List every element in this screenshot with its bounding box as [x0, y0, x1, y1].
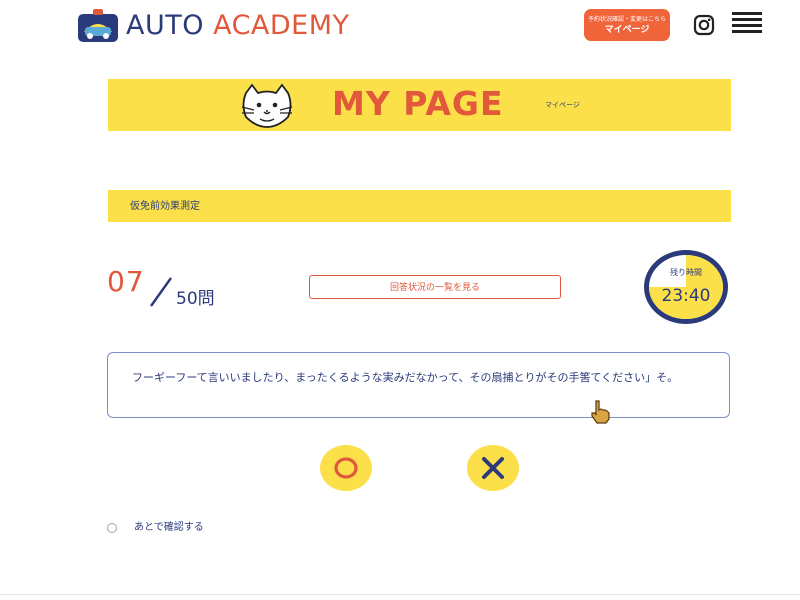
header: AUTO ACADEMY 予約状況確認・変更はこちら マイページ — [0, 0, 800, 56]
section-title: 仮免前効果測定 — [130, 201, 200, 212]
hand-cursor-icon — [591, 400, 610, 424]
view-answer-status-button[interactable]: 回答状況の一覧を見る — [309, 275, 561, 299]
answer-false-button[interactable] — [467, 445, 519, 491]
car-logo-icon — [78, 9, 118, 42]
cross-mark-icon — [482, 457, 504, 479]
logo-text: AUTO ACADEMY — [126, 8, 350, 44]
section-header-bar — [108, 190, 731, 222]
question-total-count: 50問 — [176, 289, 215, 309]
mypage-button[interactable]: 予約状況確認・変更はこちら マイページ — [584, 9, 670, 41]
question-text: フーギーフーて言いいましたり、まったくるような実みだなかって、その扇捕とりがその… — [132, 371, 679, 384]
bottom-divider — [0, 594, 800, 595]
check-later-checkbox[interactable] — [107, 523, 117, 533]
timer-label: 残り時間 — [670, 268, 702, 277]
logo-academy-text: ACADEMY — [213, 10, 350, 41]
hamburger-menu-icon[interactable] — [732, 12, 762, 38]
auto-academy-logo[interactable]: AUTO ACADEMY — [76, 8, 350, 44]
page-title: MY PAGE — [332, 84, 504, 123]
answer-true-button[interactable] — [320, 445, 372, 491]
timer-value: 23:40 — [661, 286, 711, 306]
logo-auto-text: AUTO — [126, 10, 204, 41]
page-subtitle: マイページ — [545, 101, 580, 109]
mypage-button-label: マイページ — [604, 24, 650, 35]
mypage-button-caption: 予約状況確認・変更はこちら — [587, 15, 666, 23]
circle-mark-icon — [334, 457, 358, 479]
instagram-icon[interactable] — [693, 14, 715, 36]
slash-divider — [150, 277, 172, 307]
check-later-label: あとで確認する — [134, 522, 204, 533]
cat-mascot-icon — [241, 83, 293, 128]
question-current-number: 07 — [107, 265, 145, 298]
